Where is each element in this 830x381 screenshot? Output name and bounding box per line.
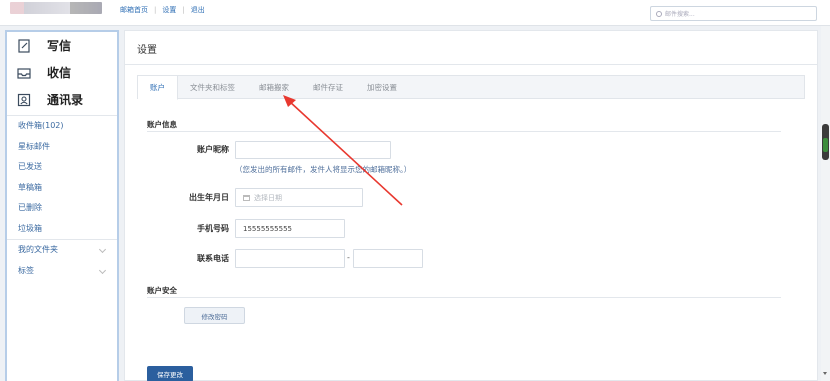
search-icon — [656, 10, 662, 17]
mail-search-input[interactable]: 邮件搜索... — [650, 6, 817, 21]
group-my-folders-label: 我的文件夹 — [18, 245, 58, 254]
contacts-label: 通讯录 — [47, 93, 84, 107]
folder-list: 收件箱(102) 星标邮件 已发送 草稿箱 已删除 垃圾箱 — [7, 115, 117, 239]
group-my-folders[interactable]: 我的文件夹 — [7, 240, 117, 261]
page-scrollbar[interactable] — [821, 26, 830, 381]
section-divider — [147, 297, 781, 298]
nav-logout[interactable]: 退出 — [191, 5, 205, 15]
inbox-button[interactable]: 收信 — [7, 59, 117, 86]
folder-drafts[interactable]: 草稿箱 — [7, 178, 117, 199]
compose-button[interactable]: 写信 — [7, 32, 117, 59]
chevron-down-icon — [98, 245, 107, 254]
tab-account[interactable]: 账户 — [138, 76, 178, 100]
phone-label: 联系电话 — [197, 254, 229, 263]
group-tags-label: 标签 — [18, 265, 34, 275]
phone-area-input[interactable] — [235, 249, 345, 268]
sidebar: 写信 收信 通讯录 收件箱(102) 星标邮件 已发送 草稿箱 已删除 垃圾箱 … — [5, 30, 119, 381]
calendar-icon — [243, 194, 250, 201]
nav-separator: | — [182, 6, 185, 14]
nav-separator: | — [154, 6, 157, 14]
mobile-label: 手机号码 — [197, 224, 229, 233]
compose-label: 写信 — [47, 39, 72, 53]
chevron-down-icon — [98, 266, 107, 274]
folder-sent[interactable]: 已发送 — [7, 157, 117, 178]
contacts-button[interactable]: 通讯录 — [7, 86, 117, 113]
scrollbar-thumb-accent — [823, 138, 828, 152]
nickname-label: 账户昵称 — [197, 145, 229, 154]
mobile-input[interactable]: 15555555555 — [235, 219, 345, 238]
settings-panel: 设置 账户 文件夹和标签 邮箱搬家 邮件存证 加密设置 账户信息 账户昵称 （您… — [124, 30, 818, 381]
save-changes-button[interactable]: 保存更改 — [147, 366, 193, 381]
birthday-label: 出生年月日 — [189, 193, 229, 202]
birthday-placeholder: 选择日期 — [254, 193, 282, 202]
folder-starred[interactable]: 星标邮件 — [7, 137, 117, 158]
section-account-security: 账户安全 — [147, 286, 177, 295]
phone-number-input[interactable] — [353, 249, 423, 268]
contacts-icon — [17, 93, 31, 106]
compose-icon — [18, 38, 30, 53]
section-account-info: 账户信息 — [147, 120, 177, 129]
search-placeholder: 邮件搜索... — [665, 11, 695, 18]
title-divider — [125, 64, 817, 65]
scroll-down-icon[interactable] — [823, 372, 827, 375]
group-tags[interactable]: 标签 — [7, 261, 117, 282]
change-password-button[interactable]: 修改密码 — [184, 307, 245, 324]
inbox-label: 收信 — [47, 66, 72, 80]
nickname-input[interactable] — [235, 141, 391, 159]
phone-separator: - — [347, 253, 350, 262]
top-bar: 邮箱首页 | 设置 | 退出 邮件搜索... — [0, 0, 830, 26]
tab-folders-tags[interactable]: 文件夹和标签 — [178, 76, 247, 99]
section-divider — [147, 131, 781, 132]
settings-tabs: 账户 文件夹和标签 邮箱搬家 邮件存证 加密设置 — [137, 75, 805, 100]
tab-mailbox-migration[interactable]: 邮箱搬家 — [247, 76, 301, 99]
nav-mail-home[interactable]: 邮箱首页 — [120, 5, 148, 15]
folder-inbox[interactable]: 收件箱(102) — [7, 116, 117, 137]
folder-deleted[interactable]: 已删除 — [7, 198, 117, 219]
inbox-icon — [17, 67, 31, 79]
page-title: 设置 — [137, 45, 157, 56]
tab-encryption[interactable]: 加密设置 — [355, 76, 409, 99]
folder-spam[interactable]: 垃圾箱 — [7, 219, 117, 240]
nickname-hint: （您发出的所有邮件，发件人将显示您的邮箱昵称。） — [235, 165, 412, 174]
top-nav: 邮箱首页 | 设置 | 退出 — [120, 5, 205, 15]
brand-logo — [10, 2, 102, 14]
birthday-date-picker[interactable]: 选择日期 — [235, 188, 363, 207]
nav-settings[interactable]: 设置 — [162, 5, 176, 15]
tab-mail-evidence[interactable]: 邮件存证 — [301, 76, 355, 99]
